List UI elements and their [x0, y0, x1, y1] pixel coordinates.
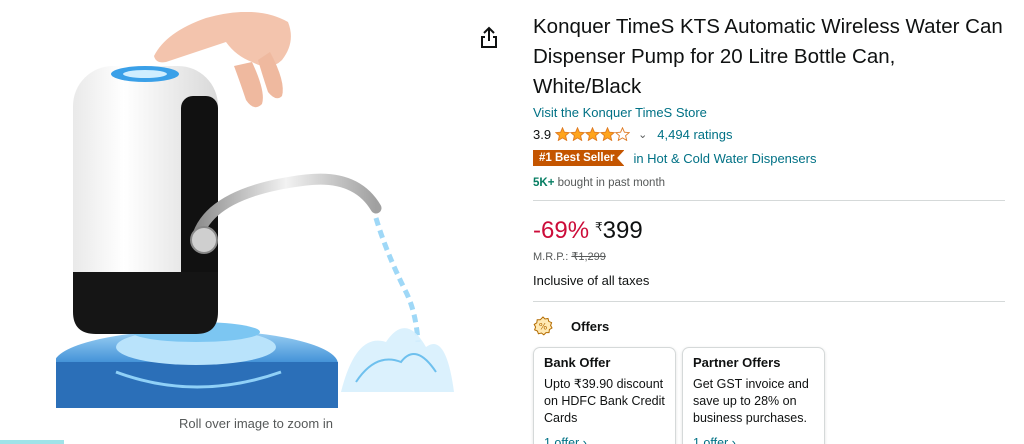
product-title: Konquer TimeS KTS Automatic Wireless Wat…: [533, 15, 1003, 98]
offer-cards: Bank Offer Upto ₹39.90 discount on HDFC …: [533, 347, 1005, 444]
taxes-note: Inclusive of all taxes: [533, 273, 650, 288]
star-icon: [615, 127, 631, 141]
svg-text:%: %: [539, 323, 548, 333]
share-icon[interactable]: [478, 26, 500, 50]
offers-percent-icon: %: [533, 316, 553, 336]
chevron-down-icon[interactable]: ⌄: [638, 128, 647, 141]
bestseller-category-link[interactable]: in Hot & Cold Water Dispensers: [633, 151, 816, 166]
mrp-value: ₹1,299: [571, 251, 606, 263]
mrp-label: M.R.P.:: [533, 251, 569, 263]
product-info: Konquer TimeS KTS Automatic Wireless Wat…: [533, 12, 1005, 444]
rating-row: 3.9 ⌄ 4,494 ratings: [533, 125, 1005, 143]
bought-in-past-month: 5K+ bought in past month: [533, 177, 1005, 189]
zoom-hint: Roll over image to zoom in: [179, 416, 333, 431]
star-icon: [600, 127, 616, 141]
water-pump-illustration: [56, 12, 454, 408]
offer-card-title: Partner Offers: [693, 355, 781, 370]
bottom-accent-strip: [0, 440, 64, 444]
divider: [533, 200, 1005, 201]
bought-text: bought in past month: [557, 177, 666, 189]
rating-stars[interactable]: [555, 127, 631, 141]
store-link[interactable]: Visit the Konquer TimeS Store: [533, 105, 707, 120]
currency-symbol: ₹: [595, 220, 603, 234]
offers-header: % Offers: [533, 316, 1005, 336]
divider: [533, 301, 1005, 302]
product-image[interactable]: [56, 12, 456, 408]
offer-card-text: Get GST invoice and save up to 28% on bu…: [693, 377, 809, 425]
offer-card-title: Bank Offer: [544, 355, 611, 370]
offers-title: Offers: [571, 318, 610, 334]
bought-count: 5K+: [533, 177, 555, 189]
bestseller-row: #1 Best Seller in Hot & Cold Water Dispe…: [533, 150, 1005, 166]
price-row: -69% ₹ 399: [533, 217, 1005, 245]
offer-card-link[interactable]: 1 offer ›: [693, 436, 814, 444]
bestseller-badge[interactable]: #1 Best Seller: [533, 150, 625, 166]
rating-value: 3.9: [533, 126, 552, 142]
star-icon: [555, 127, 571, 141]
price-value: 399: [602, 217, 643, 244]
ratings-count-link[interactable]: 4,494 ratings: [657, 127, 732, 142]
discount-percent: -69%: [533, 217, 590, 244]
offer-card-text: Upto ₹39.90 discount on HDFC Bank Credit…: [544, 377, 665, 425]
star-icon: [585, 127, 601, 141]
offer-card-bank[interactable]: Bank Offer Upto ₹39.90 discount on HDFC …: [533, 347, 676, 444]
mrp: M.R.P.: ₹1,299: [533, 250, 1005, 263]
offer-card-partner[interactable]: Partner Offers Get GST invoice and save …: [682, 347, 825, 444]
offer-card-link[interactable]: 1 offer ›: [544, 436, 665, 444]
star-icon: [570, 127, 586, 141]
